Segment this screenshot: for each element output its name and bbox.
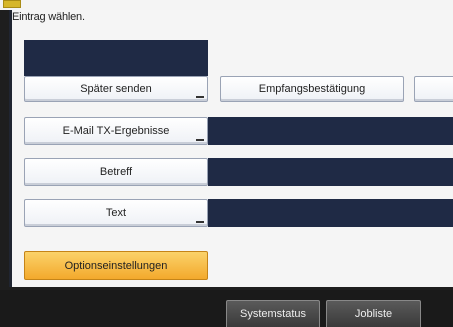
empfangsbestaetigung-button[interactable]: Empfangsbestätigung xyxy=(220,76,404,102)
instruction-text: Eintrag wählen. xyxy=(12,11,85,23)
jobliste-button[interactable]: Jobliste xyxy=(326,300,421,327)
betreff-value xyxy=(208,158,453,186)
betreff-label: Betreff xyxy=(99,166,133,178)
betreff-button[interactable]: Betreff xyxy=(24,158,208,186)
jobliste-label: Jobliste xyxy=(354,308,393,320)
email-tx-value xyxy=(208,117,453,145)
empfangsbestaetigung-label: Empfangsbestätigung xyxy=(258,83,366,95)
spaeter-senden-value xyxy=(24,40,208,76)
tab-indicator xyxy=(3,0,21,8)
partial-button[interactable] xyxy=(414,76,453,102)
text-value xyxy=(208,199,453,227)
systemstatus-label: Systemstatus xyxy=(239,308,307,320)
systemstatus-button[interactable]: Systemstatus xyxy=(226,300,320,327)
optionseinstellungen-button[interactable]: Optionseinstellungen xyxy=(24,251,208,280)
optionseinstellungen-label: Optionseinstellungen xyxy=(64,259,168,272)
spaeter-senden-button[interactable]: Später senden xyxy=(24,76,208,102)
corner-marker-icon xyxy=(196,139,204,141)
spaeter-senden-label: Später senden xyxy=(80,83,152,95)
text-button[interactable]: Text xyxy=(24,199,208,227)
email-tx-label: E-Mail TX-Ergebnisse xyxy=(62,125,170,137)
corner-marker-icon xyxy=(196,96,204,98)
text-label: Text xyxy=(105,207,127,219)
email-tx-button[interactable]: E-Mail TX-Ergebnisse xyxy=(24,117,208,145)
corner-marker-icon xyxy=(196,221,204,223)
top-strip xyxy=(0,0,453,10)
